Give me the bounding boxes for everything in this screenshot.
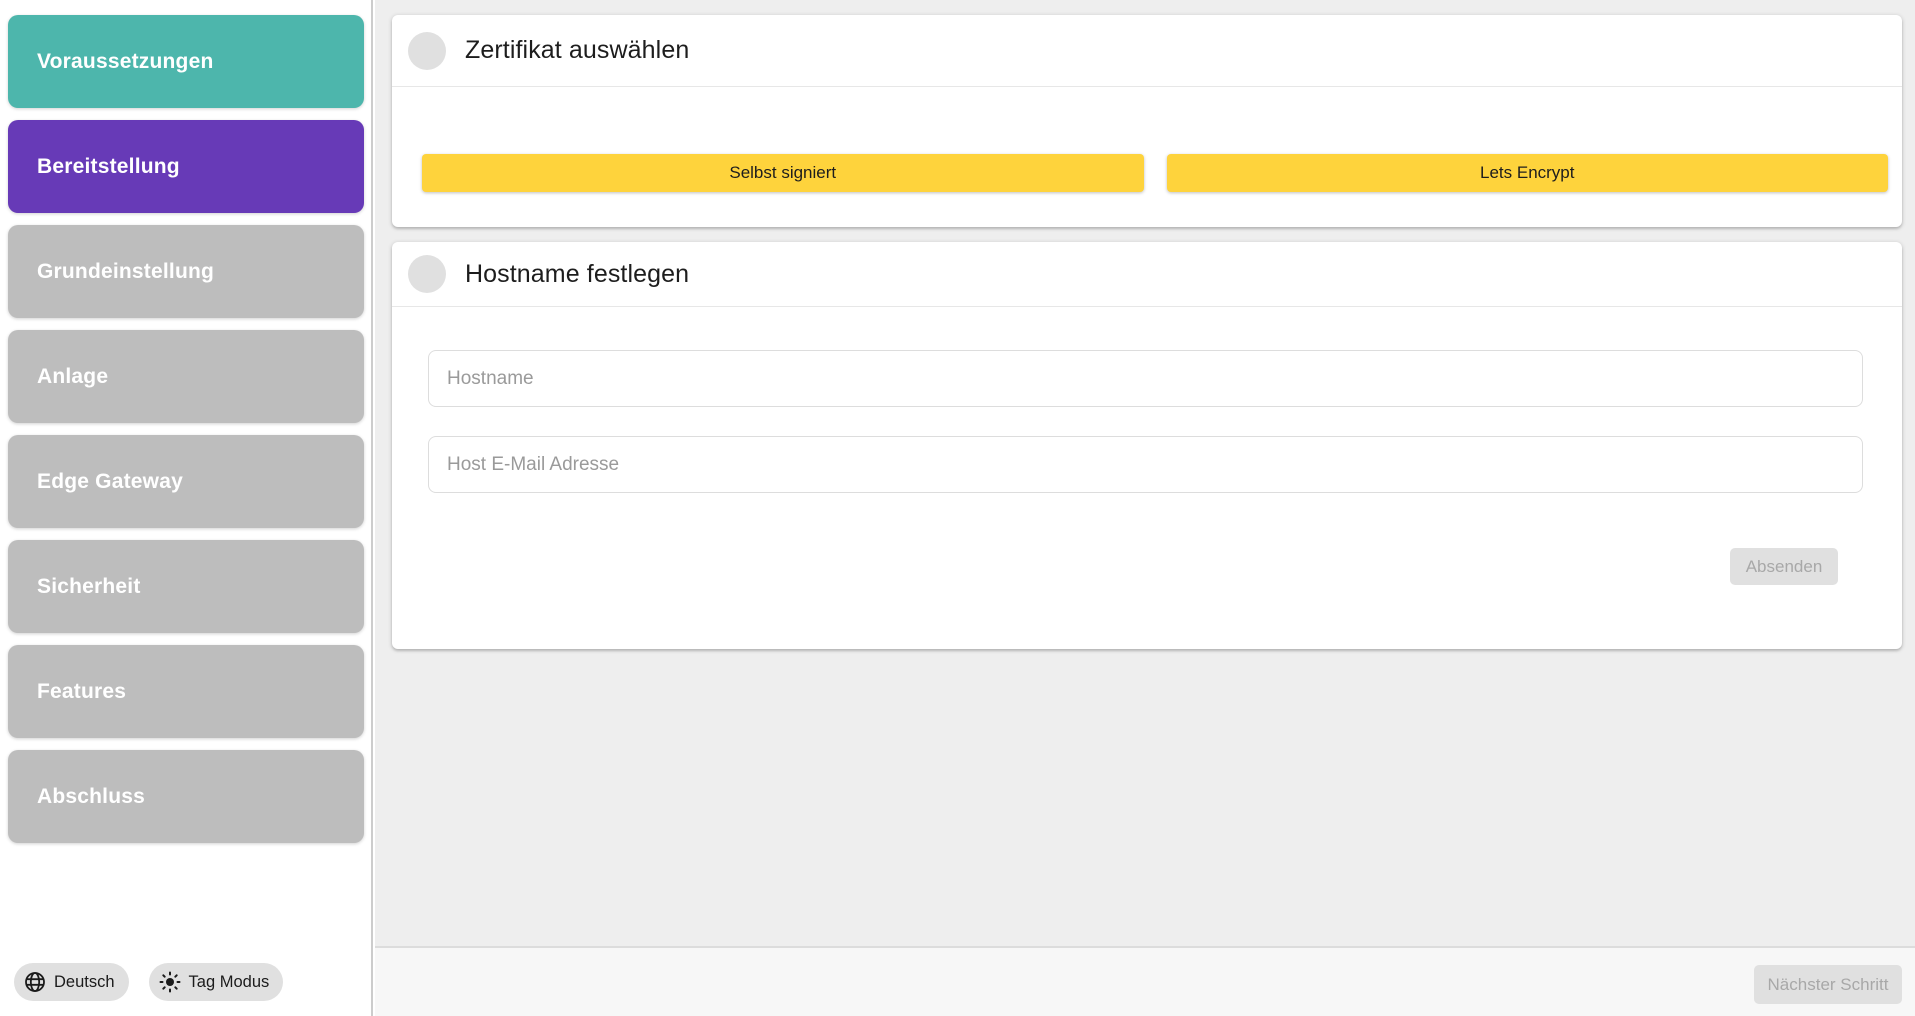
wizard-steps: Voraussetzungen Bereitstellung Grundeins… — [8, 15, 364, 843]
hostname-card: Hostname festlegen Absenden — [392, 242, 1902, 649]
step-features[interactable]: Features — [8, 645, 364, 738]
language-chip-label: Deutsch — [54, 973, 115, 992]
step-label: Edge Gateway — [37, 470, 183, 494]
next-step-button[interactable]: Nächster Schritt — [1754, 965, 1902, 1004]
certificate-options-row: Selbst signiert Lets Encrypt — [422, 154, 1888, 192]
wizard-sidebar: Voraussetzungen Bereitstellung Grundeins… — [0, 0, 373, 1016]
hostname-card-title: Hostname festlegen — [465, 260, 689, 289]
host-email-input[interactable] — [428, 436, 1863, 493]
theme-mode-chip-label: Tag Modus — [189, 973, 270, 992]
step-voraussetzungen[interactable]: Voraussetzungen — [8, 15, 364, 108]
step-grundeinstellung[interactable]: Grundeinstellung — [8, 225, 364, 318]
step-label: Anlage — [37, 365, 108, 389]
step-bereitstellung[interactable]: Bereitstellung — [8, 120, 364, 213]
self-signed-button[interactable]: Selbst signiert — [422, 154, 1144, 192]
certificate-card: Zertifikat auswählen Selbst signiert Let… — [392, 15, 1902, 227]
certificate-card-title: Zertifikat auswählen — [465, 36, 689, 65]
language-chip[interactable]: Deutsch — [14, 963, 129, 1001]
step-abschluss[interactable]: Abschluss — [8, 750, 364, 843]
hostname-card-header: Hostname festlegen — [392, 242, 1902, 307]
sun-icon — [158, 970, 182, 994]
step-label: Sicherheit — [37, 575, 141, 599]
step-label: Voraussetzungen — [37, 50, 213, 74]
sidebar-bottom-controls: Deutsch Tag Modus — [14, 963, 283, 1001]
certificate-card-header: Zertifikat auswählen — [392, 15, 1902, 87]
globe-icon — [23, 970, 47, 994]
wizard-content: Zertifikat auswählen Selbst signiert Let… — [375, 0, 1915, 1016]
step-anlage[interactable]: Anlage — [8, 330, 364, 423]
submit-button[interactable]: Absenden — [1730, 548, 1838, 585]
step-sicherheit[interactable]: Sicherheit — [8, 540, 364, 633]
step-label: Abschluss — [37, 785, 145, 809]
step-avatar-circle — [408, 255, 446, 293]
wizard-footer: Nächster Schritt — [375, 946, 1915, 1016]
step-label: Grundeinstellung — [37, 260, 214, 284]
step-edge-gateway[interactable]: Edge Gateway — [8, 435, 364, 528]
lets-encrypt-button[interactable]: Lets Encrypt — [1167, 154, 1889, 192]
step-label: Features — [37, 680, 126, 704]
hostname-input[interactable] — [428, 350, 1863, 407]
step-label: Bereitstellung — [37, 155, 180, 179]
theme-mode-chip[interactable]: Tag Modus — [149, 963, 284, 1001]
step-avatar-circle — [408, 32, 446, 70]
